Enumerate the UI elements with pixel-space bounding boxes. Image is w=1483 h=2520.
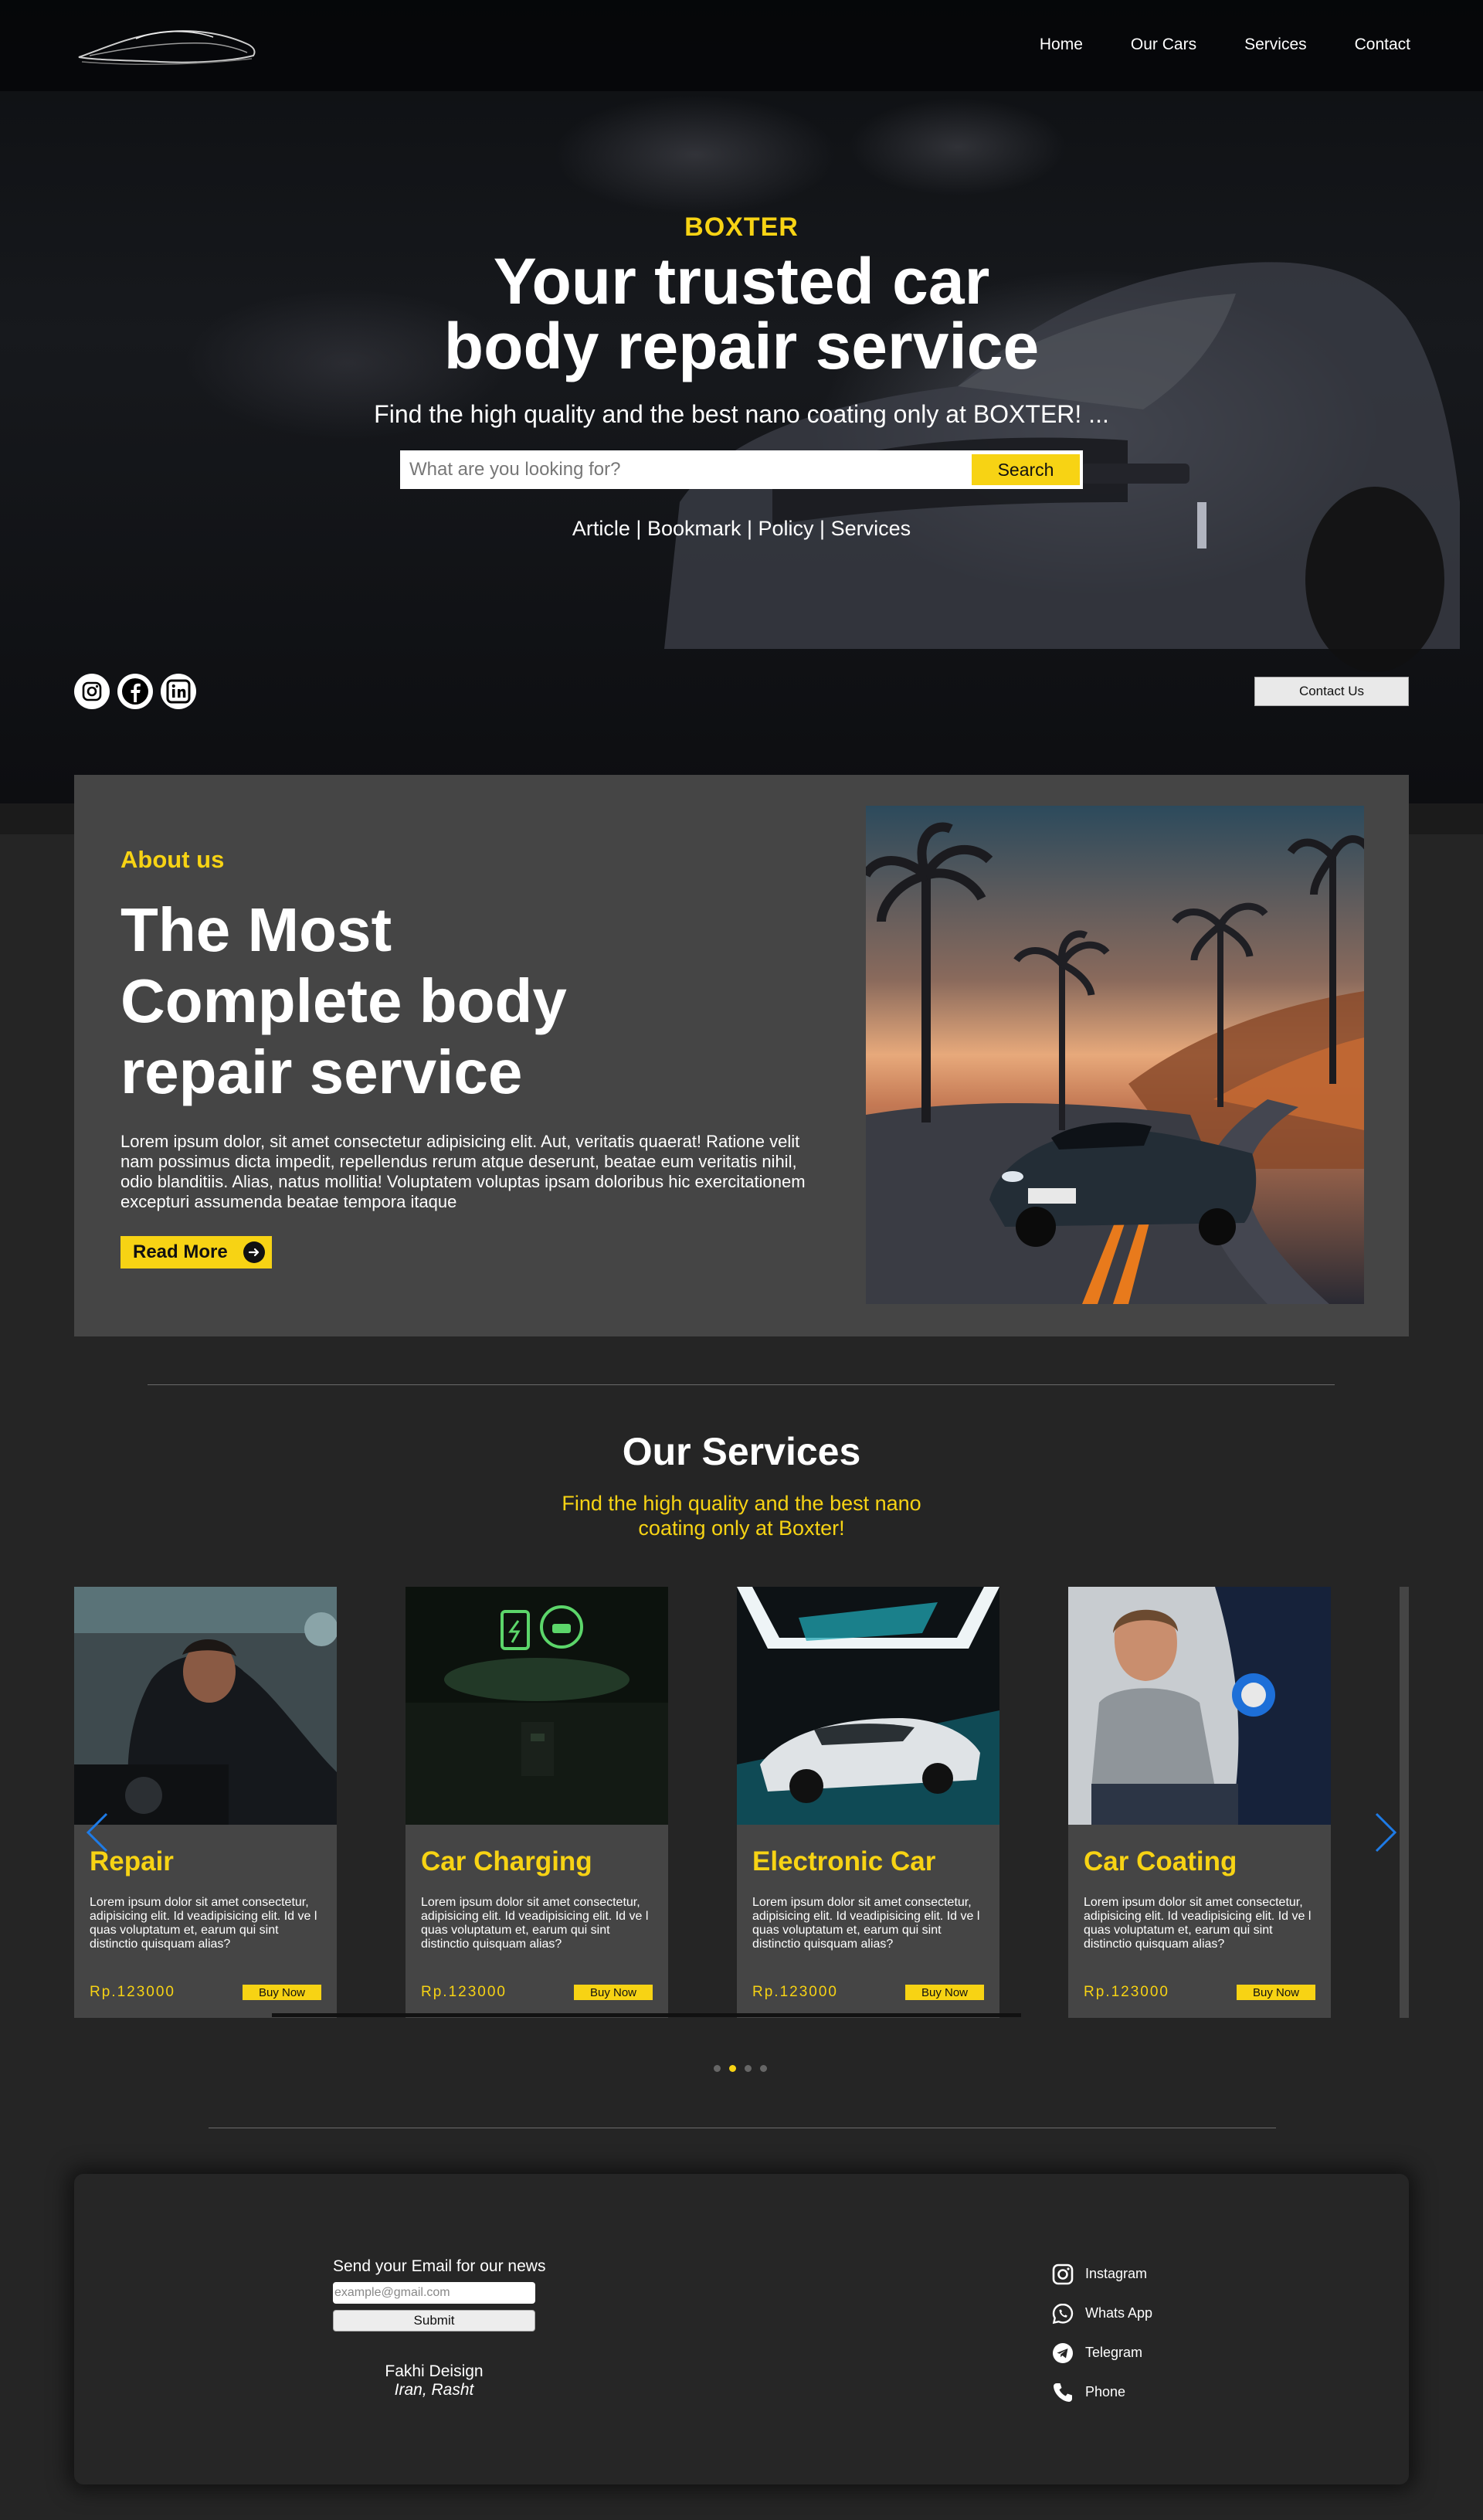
car-logo-icon[interactable] [74,22,260,71]
buy-now-button[interactable]: Buy Now [905,1985,984,2000]
buy-now-button[interactable]: Buy Now [1237,1985,1315,2000]
about-kicker: About us [120,846,225,873]
contact-list: Instagram Whats App Telegram Phone [1051,2254,1152,2412]
card-description: Lorem ipsum dolor sit amet consectetur, … [90,1896,317,1951]
service-card-repair[interactable]: Repair Lorem ipsum dolor sit amet consec… [74,1587,337,2018]
contact-telegram[interactable]: Telegram [1051,2333,1152,2372]
company-name: Fakhi Deisign [385,2362,484,2380]
hero-subtitle: Find the high quality and the best nano … [374,400,1109,428]
about-text: Lorem ipsum dolor, sit amet consectetur … [120,1132,806,1211]
link-article[interactable]: Article [572,517,630,540]
card-price: Rp.123000 [421,1984,507,2000]
service-card-car-charging[interactable]: Car Charging Lorem ipsum dolor sit amet … [406,1587,668,2018]
submit-button[interactable]: Submit [333,2310,535,2332]
nav-services[interactable]: Services [1244,36,1307,54]
hero-title: Your trusted car body repair service [0,249,1483,379]
link-separator: | [813,517,831,540]
card-price: Rp.123000 [752,1984,838,2000]
contact-whatsapp[interactable]: Whats App [1051,2294,1152,2333]
repair-image [74,1587,337,1825]
company-info: Fakhi Deisign Iran, Rasht [333,2362,535,2399]
hero-title-line2: body repair service [443,310,1040,382]
link-policy[interactable]: Policy [758,517,814,540]
services-title: Our Services [622,1430,861,1473]
card-title: Electronic Car [752,1846,936,1876]
social-links [74,674,196,709]
pagination-dot[interactable] [760,2065,767,2072]
contact-label: Whats App [1085,2305,1153,2321]
buy-now-button[interactable]: Buy Now [574,1985,653,2000]
about-title: The Most Complete body repair service [120,895,567,1106]
search-button[interactable]: Search [972,454,1080,485]
section-divider [148,1384,1335,1385]
car-charging-image [406,1587,668,1825]
email-field[interactable] [333,2282,535,2304]
phone-icon [1054,2382,1072,2402]
hero-content: BOXTER Your trusted car body repair serv… [0,212,1483,541]
company-location: Iran, Rasht [394,2381,474,2399]
whatsapp-icon [1052,2303,1074,2324]
footer: Send your Email for our news Submit Fakh… [74,2174,1409,2484]
hero-section: Home Our Cars Services Contact BOXTER Yo… [0,0,1483,834]
link-separator: | [630,517,647,540]
hero-kicker: BOXTER [684,212,799,242]
pagination-dot[interactable] [745,2065,752,2072]
service-card-partial [1400,1587,1409,2018]
arrow-right-icon [243,1241,265,1263]
newsletter-label: Send your Email for our news [333,2257,546,2275]
service-card-electronic-car[interactable]: Electronic Car Lorem ipsum dolor sit ame… [737,1587,999,2018]
navbar: Home Our Cars Services Contact [0,0,1483,91]
read-more-label: Read More [133,1241,228,1262]
contact-instagram[interactable]: Instagram [1051,2254,1152,2294]
buy-now-button[interactable]: Buy Now [243,1985,321,2000]
card-title: Car Coating [1084,1846,1237,1876]
nav-our-cars[interactable]: Our Cars [1131,36,1196,54]
link-bookmark[interactable]: Bookmark [647,517,742,540]
carousel-scrollbar[interactable] [272,2013,1021,2017]
instagram-icon[interactable] [74,674,110,709]
hero-title-line1: Your trusted car [493,245,990,318]
search-bar: Search [400,450,1083,489]
telegram-icon [1053,2342,1073,2363]
contact-us-button[interactable]: Contact Us [1254,677,1409,706]
carousel-pagination [714,2065,767,2072]
contact-label: Phone [1085,2384,1126,2399]
electronic-car-image [737,1587,999,1825]
nav-links: Home Our Cars Services Contact [1040,36,1410,54]
facebook-icon[interactable] [117,674,153,709]
about-car-image [866,806,1364,1304]
card-title: Car Charging [421,1846,592,1876]
pagination-dot[interactable] [714,2065,721,2072]
card-description: Lorem ipsum dolor sit amet consectetur, … [1084,1896,1312,1951]
about-section: About us The Most Complete body repair s… [74,775,1409,1336]
contact-label: Telegram [1085,2345,1143,2360]
card-price: Rp.123000 [1084,1984,1169,2000]
link-services[interactable]: Services [831,517,911,540]
pagination-dot-active[interactable] [729,2065,736,2072]
card-description: Lorem ipsum dolor sit amet consectetur, … [421,1896,649,1951]
link-separator: | [741,517,758,540]
nav-contact[interactable]: Contact [1355,36,1410,54]
nav-home[interactable]: Home [1040,36,1083,54]
services-subtitle: Find the high quality and the best nano … [562,1492,921,1540]
search-input[interactable] [403,453,972,486]
contact-label: Instagram [1085,2266,1148,2281]
card-description: Lorem ipsum dolor sit amet consectetur, … [752,1896,980,1951]
contact-phone[interactable]: Phone [1051,2372,1152,2412]
chevron-right-icon[interactable] [1372,1811,1400,1854]
instagram-icon [1052,2264,1074,2284]
linkedin-icon[interactable] [161,674,196,709]
service-card-car-coating[interactable]: Car Coating Lorem ipsum dolor sit amet c… [1068,1587,1331,2018]
car-coating-image [1068,1587,1331,1825]
chevron-left-icon[interactable] [83,1811,111,1854]
read-more-button[interactable]: Read More [120,1236,272,1268]
hero-links: Article | Bookmark | Policy | Services [0,517,1483,541]
card-price: Rp.123000 [90,1984,175,2000]
